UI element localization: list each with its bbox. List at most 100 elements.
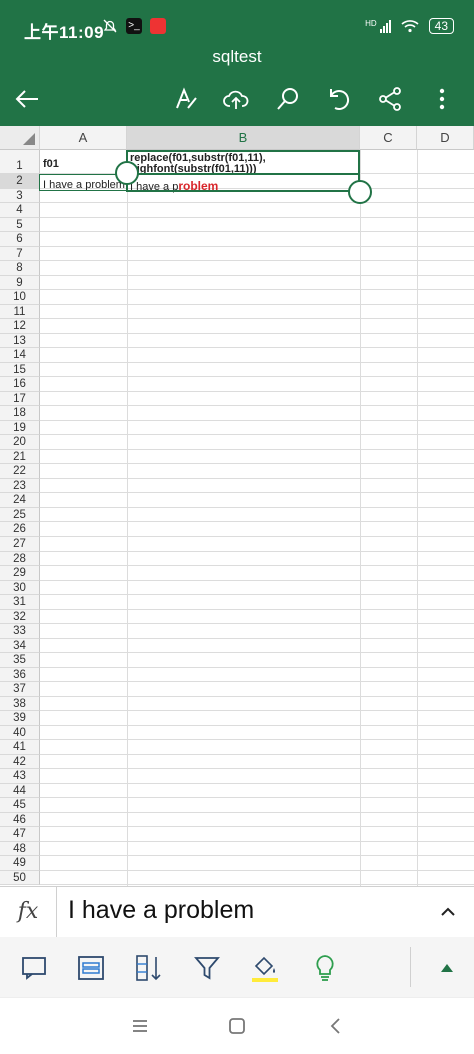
back-arrow-icon[interactable] xyxy=(10,82,44,116)
row-header[interactable]: 38 xyxy=(0,696,40,712)
grid-row-line xyxy=(40,463,474,465)
row-header[interactable]: 10 xyxy=(0,290,40,305)
row-header[interactable]: 4 xyxy=(0,203,40,218)
row-header[interactable]: 41 xyxy=(0,740,40,755)
menu-nav-icon[interactable] xyxy=(130,1016,150,1036)
row-header[interactable]: 24 xyxy=(0,493,40,508)
cell-a1[interactable]: f01 xyxy=(43,158,59,170)
expand-up-icon[interactable] xyxy=(430,951,464,985)
more-vertical-icon[interactable] xyxy=(425,82,459,116)
row-header[interactable]: 6 xyxy=(0,232,40,247)
grid-row-line xyxy=(40,565,474,567)
back-nav-icon[interactable] xyxy=(326,1016,346,1036)
sort-icon[interactable] xyxy=(132,951,166,985)
row-header[interactable]: 21 xyxy=(0,449,40,465)
column-header-d[interactable]: D xyxy=(417,126,474,150)
grid-row-line xyxy=(40,434,474,436)
battery-indicator: 43 xyxy=(428,18,454,34)
row-header[interactable]: 9 xyxy=(0,275,40,291)
row-header[interactable]: 43 xyxy=(0,769,40,784)
grid-row-line xyxy=(40,710,474,712)
row-header[interactable]: 17 xyxy=(0,391,40,407)
row-header[interactable]: 18 xyxy=(0,406,40,421)
grid-row-line xyxy=(40,448,474,450)
column-header-c[interactable]: C xyxy=(360,126,417,150)
formula-input[interactable]: I have a problem xyxy=(68,887,254,937)
format-text-icon[interactable] xyxy=(169,82,203,116)
row-header[interactable]: 32 xyxy=(0,609,40,625)
fill-color-icon[interactable] xyxy=(248,951,282,985)
row-header[interactable]: 22 xyxy=(0,464,40,479)
filter-icon[interactable] xyxy=(190,951,224,985)
row-header[interactable]: 7 xyxy=(0,246,40,262)
comment-icon[interactable] xyxy=(17,951,51,985)
row-header[interactable]: 13 xyxy=(0,333,40,349)
grid-row-line xyxy=(40,492,474,494)
row-header[interactable]: 42 xyxy=(0,754,40,770)
row-header[interactable]: 49 xyxy=(0,856,40,871)
row-header[interactable]: 11 xyxy=(0,304,40,320)
undo-icon[interactable] xyxy=(322,82,356,116)
row-header[interactable]: 36 xyxy=(0,667,40,683)
table-icon[interactable] xyxy=(74,951,108,985)
row-header[interactable]: 8 xyxy=(0,261,40,276)
row-header[interactable]: 46 xyxy=(0,812,40,828)
grid-row-line xyxy=(40,231,474,233)
select-all-corner[interactable] xyxy=(0,126,40,150)
cloud-upload-icon[interactable] xyxy=(219,82,253,116)
row-header[interactable]: 40 xyxy=(0,725,40,741)
selection-handle-bottom-right[interactable] xyxy=(348,180,372,204)
row-header[interactable]: 50 xyxy=(0,870,40,886)
row-header[interactable]: 25 xyxy=(0,507,40,523)
fx-label[interactable]: fx xyxy=(0,887,57,937)
row-header[interactable]: 3 xyxy=(0,188,40,204)
column-header-a[interactable]: A xyxy=(40,126,127,150)
row-header[interactable]: 28 xyxy=(0,551,40,567)
cell-a2-border xyxy=(39,174,127,191)
row-header[interactable]: 16 xyxy=(0,377,40,392)
spreadsheet-grid[interactable]: A B C D 1 2 3 4 5 6 7 8 9 10 11 12 13 14 15 16 17 18 19 20 2… xyxy=(0,126,474,886)
row-header[interactable]: 35 xyxy=(0,653,40,668)
system-navigation-bar xyxy=(0,997,474,1054)
row-header[interactable]: 1 xyxy=(0,150,40,174)
row-header[interactable]: 27 xyxy=(0,537,40,552)
grid-row-line xyxy=(40,347,474,349)
selection-handle-top-left[interactable] xyxy=(115,161,139,185)
lightbulb-icon[interactable] xyxy=(308,951,342,985)
row-header[interactable]: 39 xyxy=(0,711,40,726)
row-header[interactable]: 2 xyxy=(0,174,40,189)
chevron-up-icon[interactable] xyxy=(436,900,460,924)
row-header[interactable]: 19 xyxy=(0,420,40,436)
row-header[interactable]: 5 xyxy=(0,217,40,233)
row-header[interactable]: 26 xyxy=(0,522,40,537)
row-header[interactable]: 34 xyxy=(0,638,40,654)
row-header[interactable]: 48 xyxy=(0,841,40,857)
row-header[interactable]: 12 xyxy=(0,319,40,334)
row-header[interactable]: 29 xyxy=(0,566,40,581)
row-header[interactable]: 47 xyxy=(0,827,40,842)
grid-row-line xyxy=(40,695,474,697)
grid-row-line xyxy=(40,216,474,218)
row-header[interactable]: 31 xyxy=(0,595,40,610)
row-header[interactable]: 45 xyxy=(0,798,40,813)
grid-row-line xyxy=(40,318,474,320)
grid-row-line xyxy=(40,419,474,421)
document-title: sqltest xyxy=(0,42,474,72)
row-header[interactable]: 33 xyxy=(0,624,40,639)
grid-row-line xyxy=(40,753,474,755)
share-icon[interactable] xyxy=(373,82,407,116)
home-nav-icon[interactable] xyxy=(227,1016,247,1036)
row-header[interactable]: 14 xyxy=(0,348,40,363)
row-header[interactable]: 44 xyxy=(0,783,40,799)
grid-row-line xyxy=(40,869,474,871)
column-header-b[interactable]: B xyxy=(127,126,360,150)
row-header[interactable]: 37 xyxy=(0,682,40,697)
row-header[interactable]: 30 xyxy=(0,580,40,596)
row-header[interactable]: 15 xyxy=(0,362,40,378)
search-icon[interactable] xyxy=(271,82,305,116)
grid-row-line xyxy=(40,855,474,857)
row-header[interactable]: 23 xyxy=(0,478,40,494)
grid-row-line xyxy=(40,840,474,842)
terminal-app-icon: >_ xyxy=(126,18,142,34)
row-header[interactable]: 20 xyxy=(0,435,40,450)
